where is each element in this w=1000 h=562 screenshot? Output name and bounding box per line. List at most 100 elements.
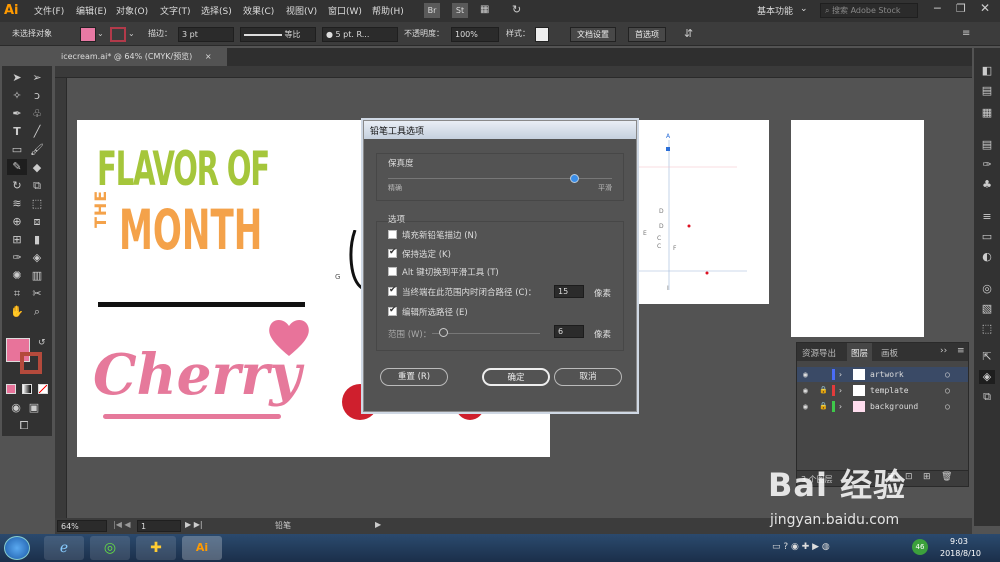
close-paths-distance-field[interactable]: 15 [554, 285, 584, 298]
curvature-icon[interactable]: ♧ [29, 106, 45, 122]
preferences-button[interactable]: 首选项 [628, 27, 666, 42]
line-tool-icon[interactable]: ╱ [29, 124, 45, 140]
maximize-button[interactable]: ❐ [956, 2, 966, 15]
layer-row-artwork[interactable]: ◉ › artwork ○ [797, 367, 968, 382]
live-paint-icon[interactable]: ⧈ [29, 214, 45, 230]
eye-icon[interactable]: ◉ [803, 383, 808, 398]
search-input[interactable]: ⌕ 搜索 Adobe Stock [820, 3, 918, 18]
layer-row-background[interactable]: ◉ 🔒 › background ○ [797, 399, 968, 414]
mesh-icon[interactable]: ⊞ [9, 232, 25, 248]
fill-swatch[interactable] [80, 27, 96, 42]
stroke-profile-select[interactable]: 等比 [240, 27, 316, 42]
fill-new-strokes-checkbox[interactable] [388, 230, 397, 239]
edit-selected-paths-checkbox[interactable] [388, 305, 397, 316]
close-button[interactable]: ✕ [980, 1, 990, 15]
rectangle-icon[interactable]: ▭ [9, 142, 25, 158]
tab-asset-export[interactable]: 资源导出 [802, 347, 836, 359]
target-icon[interactable]: ○ [945, 399, 950, 414]
color-panel-icon[interactable]: ◧ [979, 64, 995, 78]
image-trace-icon[interactable]: ⬚ [979, 322, 995, 336]
artboard-number-field[interactable]: 1 [137, 520, 181, 532]
360-browser-icon[interactable]: ◎ [90, 536, 130, 560]
transparency-icon[interactable]: ◐ [979, 250, 995, 264]
gradient-icon[interactable]: ▮ [29, 232, 45, 248]
menu-window[interactable]: 窗口(W) [328, 4, 362, 17]
gradient-mode-icon[interactable] [22, 384, 32, 394]
tab-layers[interactable]: 图层 [847, 343, 873, 361]
arrange-documents-icon[interactable]: ⇵ [684, 27, 693, 42]
magic-wand-icon[interactable]: ✧ [9, 88, 25, 104]
keep-selected-checkbox[interactable] [388, 247, 397, 258]
appearance-icon[interactable]: ◎ [979, 282, 995, 296]
lock-icon[interactable]: 🔒 [819, 383, 828, 398]
opacity-label[interactable]: 不透明度： [404, 27, 444, 42]
range-field[interactable]: 6 [554, 325, 584, 338]
swap-colors-icon[interactable]: ↺ [38, 338, 46, 348]
start-button[interactable] [4, 536, 30, 560]
tab-icecream[interactable]: icecream.ai* @ 64% (CMYK/预览) × [55, 48, 227, 66]
chevron-right-icon[interactable]: › [838, 399, 843, 414]
chevron-right-icon[interactable]: › [838, 383, 843, 398]
keep-selected-label[interactable]: 保持选定 (K) [402, 248, 451, 260]
draw-normal-icon[interactable]: ◉ [8, 400, 24, 416]
layers-icon[interactable]: ◈ [979, 370, 995, 384]
workspace-switcher[interactable]: 基本功能 [757, 4, 793, 17]
status-menu-icon[interactable]: ▶ [375, 520, 381, 529]
gpu-icon[interactable]: ↻ [512, 3, 521, 16]
chevron-right-icon[interactable]: › [838, 367, 843, 382]
style-swatch[interactable] [535, 27, 549, 42]
pen-tool-icon[interactable]: ✒ [9, 106, 25, 122]
export-icon[interactable]: ⇱ [979, 350, 995, 364]
menu-file[interactable]: 文件(F) [34, 4, 64, 17]
new-sublayer-icon[interactable]: ⊡ [905, 472, 913, 482]
close-paths-label[interactable]: 当终端在此范围内时闭合路径 (C)： [402, 286, 536, 298]
eraser-icon[interactable]: ◆ [29, 160, 45, 176]
ok-button[interactable]: 确定 [482, 368, 550, 386]
fill-new-strokes-label[interactable]: 填充新铅笔描边 (N) [402, 229, 477, 241]
stroke-color-swatch[interactable] [20, 352, 42, 374]
artboard-template[interactable]: A D E D F C C I [637, 120, 769, 304]
fidelity-slider-thumb[interactable] [569, 174, 579, 183]
chevron-down-icon[interactable]: ⌄ [97, 27, 104, 42]
artboard-tool-icon[interactable]: ⌗ [9, 286, 25, 302]
free-transform-icon[interactable]: ⬚ [29, 196, 45, 212]
tray-icons[interactable]: ▭ ? ◉ ✚ ▶ ◍ [772, 542, 830, 552]
tab-artboards[interactable]: 画板 [881, 347, 898, 359]
symbols-icon[interactable]: ♣ [979, 178, 995, 192]
none-mode-icon[interactable] [38, 384, 48, 394]
zoom-field[interactable]: 64% [57, 520, 107, 532]
menu-help[interactable]: 帮助(H) [372, 4, 404, 17]
rotate-icon[interactable]: ↻ [9, 178, 25, 194]
panel-menu-icon[interactable]: ≡ [962, 27, 970, 42]
blend-icon[interactable]: ◈ [29, 250, 45, 266]
menu-effect[interactable]: 效果(C) [243, 4, 274, 17]
stroke-panel-icon[interactable]: ≡ [979, 210, 995, 224]
symbol-sprayer-icon[interactable]: ✺ [9, 268, 25, 284]
eye-icon[interactable]: ◉ [803, 399, 808, 414]
close-paths-checkbox[interactable] [388, 285, 397, 296]
stroke-label[interactable]: 描边： [148, 27, 172, 42]
opacity-field[interactable]: 100% [451, 27, 499, 42]
stroke-weight-field[interactable]: 3 pt [178, 27, 234, 42]
alt-toggle-smooth-label[interactable]: Alt 键切换到平滑工具 (T) [402, 266, 499, 278]
reset-button[interactable]: 重置 (R) [380, 368, 448, 386]
target-icon[interactable]: ○ [945, 367, 950, 382]
graphic-styles-icon[interactable]: ▧ [979, 302, 995, 316]
column-graph-icon[interactable]: ▥ [29, 268, 45, 284]
color-mode-icon[interactable] [6, 384, 16, 394]
menu-edit[interactable]: 编辑(E) [76, 4, 107, 17]
range-track[interactable] [432, 333, 540, 334]
color-guide-icon[interactable]: ▤ [979, 84, 995, 98]
layer-name[interactable]: template [870, 383, 909, 398]
next-artboard-button[interactable]: ▶ ▶| [185, 520, 203, 529]
menu-object[interactable]: 对象(O) [116, 4, 148, 17]
type-tool-icon[interactable]: T [9, 124, 25, 140]
tray-badge[interactable]: 46 [912, 539, 928, 555]
chevron-down-icon[interactable]: ⌄ [128, 27, 135, 42]
edit-selected-paths-label[interactable]: 编辑所选路径 (E) [402, 306, 468, 318]
slice-icon[interactable]: ✂ [29, 286, 45, 302]
cc-libraries-icon[interactable]: ▤ [979, 138, 995, 152]
width-tool-icon[interactable]: ≋ [9, 196, 25, 212]
swatches-icon[interactable]: ▦ [979, 106, 995, 120]
artboards-icon[interactable]: ⧉ [979, 390, 995, 404]
